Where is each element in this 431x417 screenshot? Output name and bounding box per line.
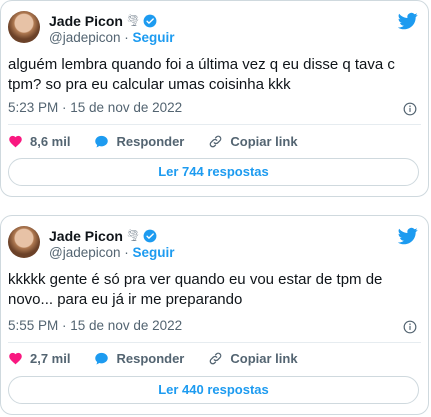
info-icon[interactable] bbox=[403, 320, 417, 334]
tweet-timestamp[interactable]: 5:55 PM · 15 de nov de 2022 bbox=[8, 318, 182, 333]
avatar[interactable] bbox=[8, 226, 40, 258]
author-handle[interactable]: @jadepicon bbox=[49, 30, 121, 45]
copy-link-button[interactable]: Copiar link bbox=[208, 351, 298, 366]
divider bbox=[8, 342, 421, 343]
info-icon[interactable] bbox=[403, 102, 417, 116]
copy-link-label: Copiar link bbox=[230, 351, 298, 366]
tweet-text: alguém lembra quando foi a última vez q … bbox=[8, 56, 395, 93]
twitter-bird-icon[interactable] bbox=[398, 226, 418, 246]
action-bar: 2,7 mil Responder Copiar link bbox=[8, 351, 322, 366]
tweet-card[interactable]: Jade Picon 🌪 @jadepicon · Seguir alguém … bbox=[0, 0, 429, 197]
separator: · bbox=[124, 30, 129, 45]
author-name[interactable]: Jade Picon bbox=[49, 13, 123, 29]
tornado-icon: 🌪 bbox=[125, 230, 140, 242]
heart-icon bbox=[9, 352, 22, 365]
tweet-card[interactable]: Jade Picon 🌪 @jadepicon · Seguir kkkkk g… bbox=[0, 215, 429, 415]
reply-bubble-icon bbox=[95, 135, 109, 148]
separator: · bbox=[124, 245, 129, 260]
avatar[interactable] bbox=[8, 11, 40, 43]
action-bar: 8,6 mil Responder Copiar link bbox=[8, 134, 322, 149]
reply-label: Responder bbox=[116, 134, 185, 149]
like-count: 2,7 mil bbox=[30, 351, 71, 366]
link-icon bbox=[210, 135, 222, 148]
tweet-text: kkkkk gente é só pra ver quando eu vou e… bbox=[8, 271, 383, 308]
copy-link-label: Copiar link bbox=[230, 134, 298, 149]
handle-row: @jadepicon · Seguir bbox=[49, 30, 175, 45]
verified-badge-icon bbox=[143, 14, 157, 27]
reply-label: Responder bbox=[116, 351, 185, 366]
heart-icon bbox=[9, 135, 22, 148]
reply-button[interactable]: Responder bbox=[94, 351, 184, 366]
reply-bubble-icon bbox=[95, 352, 109, 365]
follow-button[interactable]: Seguir bbox=[133, 245, 175, 260]
author-name-row: Jade Picon 🌪 bbox=[49, 12, 157, 29]
like-button[interactable]: 8,6 mil bbox=[8, 134, 70, 149]
read-replies-button[interactable]: Ler 440 respostas bbox=[8, 376, 419, 404]
handle-row: @jadepicon · Seguir bbox=[49, 245, 175, 260]
verified-badge-icon bbox=[143, 229, 157, 242]
link-icon bbox=[210, 352, 222, 365]
divider bbox=[8, 124, 421, 125]
tornado-icon: 🌪 bbox=[125, 15, 140, 27]
author-name-row: Jade Picon 🌪 bbox=[49, 227, 157, 244]
twitter-bird-icon[interactable] bbox=[398, 11, 418, 31]
copy-link-button[interactable]: Copiar link bbox=[208, 134, 298, 149]
tweet-timestamp[interactable]: 5:23 PM · 15 de nov de 2022 bbox=[8, 100, 182, 115]
author-handle[interactable]: @jadepicon bbox=[49, 245, 121, 260]
author-name[interactable]: Jade Picon bbox=[49, 228, 123, 244]
follow-button[interactable]: Seguir bbox=[133, 30, 175, 45]
like-button[interactable]: 2,7 mil bbox=[8, 351, 70, 366]
read-replies-button[interactable]: Ler 744 respostas bbox=[8, 158, 419, 186]
like-count: 8,6 mil bbox=[30, 134, 71, 149]
reply-button[interactable]: Responder bbox=[94, 134, 184, 149]
